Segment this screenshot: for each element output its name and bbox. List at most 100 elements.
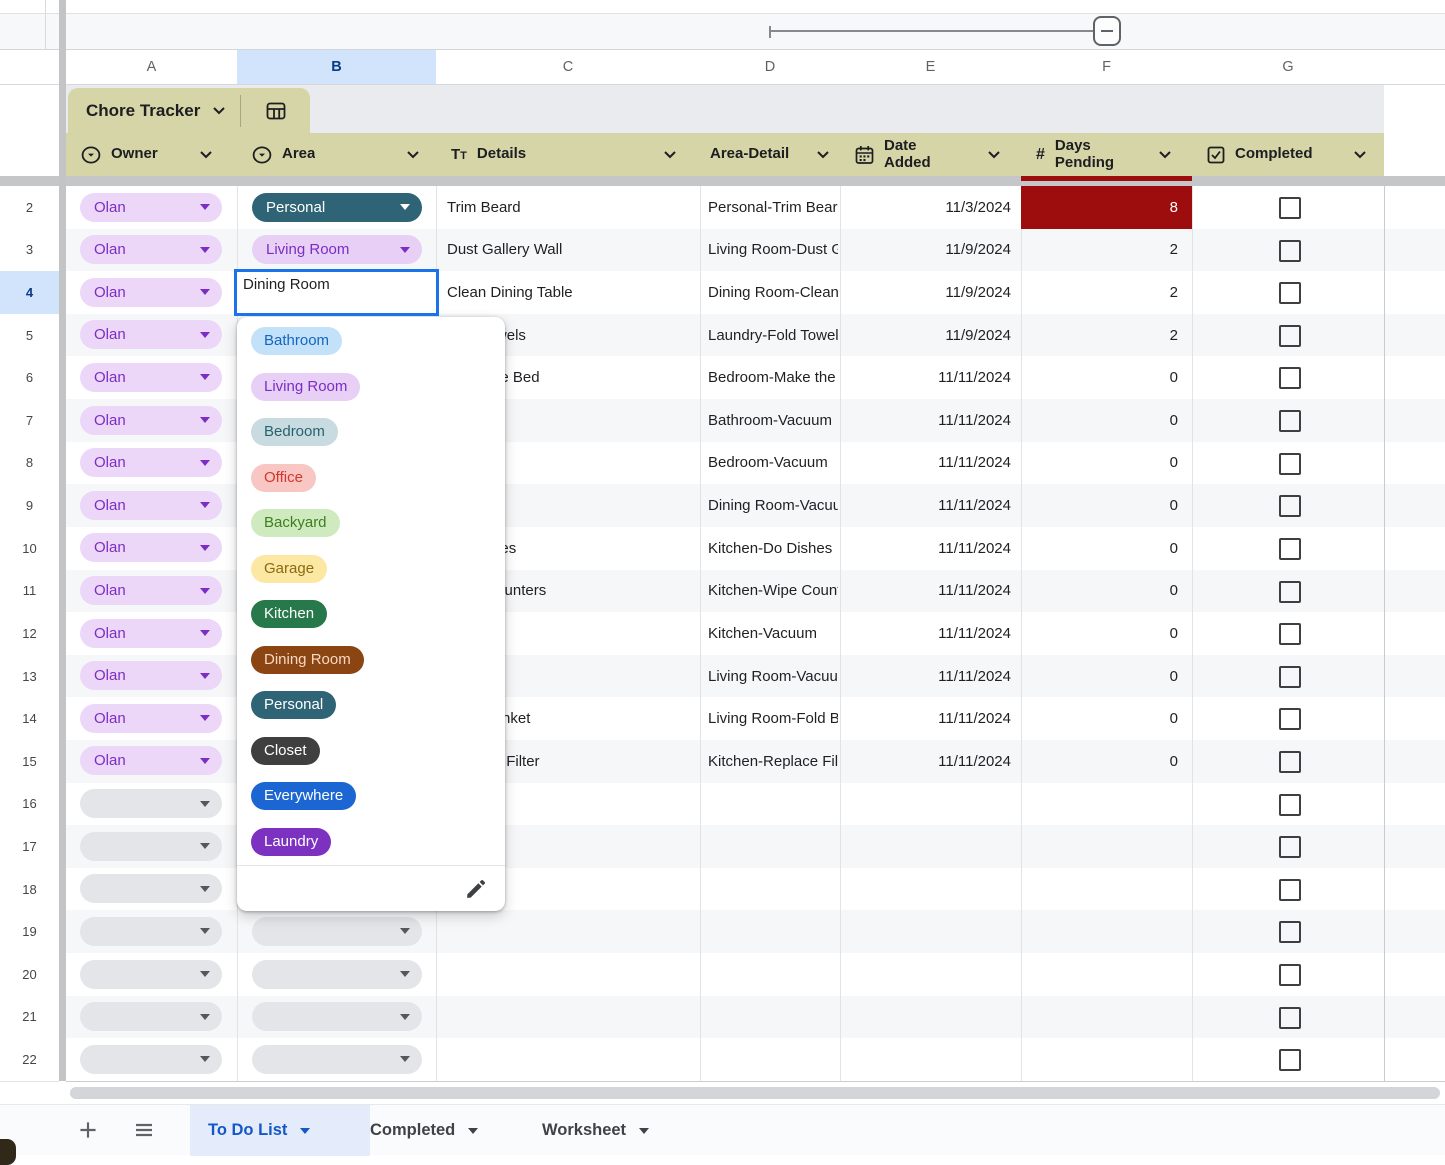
completed-checkbox[interactable] [1279,836,1301,858]
completed-checkbox[interactable] [1279,794,1301,816]
area-option-garage[interactable]: Garage [251,555,327,583]
column-header-F[interactable]: F [1021,50,1193,84]
owner-chip[interactable] [80,832,222,861]
table-header-area-detail[interactable]: Area-Detail [700,133,840,176]
date-added-cell[interactable]: 11/11/2024 [840,697,1021,740]
owner-chip[interactable] [80,874,222,903]
tab-completed[interactable]: Completed [352,1105,532,1156]
owner-chip[interactable]: Olan [80,278,222,307]
area-chip[interactable] [252,917,422,946]
days-pending-cell[interactable]: 0 [1021,570,1178,613]
owner-chip[interactable]: Olan [80,533,222,562]
area-detail-cell[interactable]: Personal-Trim Beard [708,186,838,229]
completed-checkbox[interactable] [1279,1007,1301,1029]
column-header-B[interactable]: B [237,50,437,84]
row-header-8[interactable]: 8 [0,442,59,486]
date-added-cell[interactable]: 11/9/2024 [840,229,1021,272]
area-detail-cell[interactable]: Kitchen-Wipe Counters [708,570,838,613]
row-header-16[interactable]: 16 [0,783,59,827]
completed-checkbox[interactable] [1279,879,1301,901]
owner-chip[interactable]: Olan [80,448,222,477]
column-header-A[interactable]: A [66,50,238,84]
area-detail-cell[interactable]: Living Room-Vacuum [708,655,838,698]
area-chip[interactable] [252,1002,422,1031]
owner-chip[interactable] [80,1045,222,1074]
column-header-D[interactable]: D [700,50,841,84]
owner-chip[interactable]: Olan [80,406,222,435]
add-sheet-button[interactable] [70,1112,106,1148]
days-pending-cell[interactable]: 0 [1021,740,1178,783]
area-detail-cell[interactable]: Living Room-Dust Gallery Wall [708,229,838,272]
area-detail-cell[interactable]: Bathroom-Vacuum [708,399,838,442]
area-detail-cell[interactable]: Living Room-Fold Blanket [708,697,838,740]
days-pending-cell[interactable]: 0 [1021,612,1178,655]
date-added-cell[interactable]: 11/11/2024 [840,527,1021,570]
completed-checkbox[interactable] [1279,495,1301,517]
column-header-E[interactable]: E [840,50,1022,84]
completed-checkbox[interactable] [1279,325,1301,347]
owner-chip[interactable]: Olan [80,491,222,520]
row-header-15[interactable]: 15 [0,740,59,784]
area-option-bathroom[interactable]: Bathroom [251,327,342,355]
date-added-cell[interactable]: 11/11/2024 [840,570,1021,613]
table-header-completed[interactable]: Completed [1192,133,1384,176]
area-detail-cell[interactable]: Kitchen-Vacuum [708,612,838,655]
owner-chip[interactable]: Olan [80,363,222,392]
completed-checkbox[interactable] [1279,751,1301,773]
owner-chip[interactable]: Olan [80,619,222,648]
row-header-4[interactable]: 4 [0,271,59,315]
row-header-13[interactable]: 13 [0,655,59,699]
area-detail-cell[interactable]: Bedroom-Vacuum [708,442,838,485]
completed-checkbox[interactable] [1279,1049,1301,1071]
area-chip[interactable] [252,960,422,989]
area-option-backyard[interactable]: Backyard [251,509,340,537]
area-chip[interactable]: Personal [252,193,422,222]
area-option-office[interactable]: Office [251,464,316,492]
horizontal-scrollbar[interactable] [70,1087,1440,1099]
date-added-cell[interactable]: 11/11/2024 [840,356,1021,399]
table-header-date-added[interactable]: Date Added [840,133,1021,176]
completed-checkbox[interactable] [1279,240,1301,262]
completed-checkbox[interactable] [1279,410,1301,432]
row-header-11[interactable]: 11 [0,570,59,614]
completed-checkbox[interactable] [1279,197,1301,219]
completed-checkbox[interactable] [1279,453,1301,475]
tab-worksheet[interactable]: Worksheet [520,1105,704,1156]
days-pending-cell[interactable]: 0 [1021,356,1178,399]
days-pending-alert-cell[interactable]: 8 [1021,186,1192,229]
cell-edit-box[interactable]: Dining Room [234,269,439,316]
row-header-12[interactable]: 12 [0,612,59,656]
area-option-dining-room[interactable]: Dining Room [251,646,364,674]
owner-chip[interactable]: Olan [80,320,222,349]
area-detail-cell[interactable]: Laundry-Fold Towels [708,314,838,357]
filter-chevron-icon[interactable] [199,150,213,159]
row-header-6[interactable]: 6 [0,356,59,400]
completed-checkbox[interactable] [1279,538,1301,560]
filter-chevron-icon[interactable] [1353,150,1367,159]
pencil-icon[interactable] [464,876,489,901]
area-option-kitchen[interactable]: Kitchen [251,600,327,628]
resize-slider-handle[interactable] [1093,16,1121,46]
owner-chip[interactable]: Olan [80,235,222,264]
owner-chip[interactable] [80,1002,222,1031]
date-added-cell[interactable]: 11/3/2024 [840,186,1021,229]
days-pending-cell[interactable]: 0 [1021,527,1178,570]
completed-checkbox[interactable] [1279,367,1301,389]
completed-checkbox[interactable] [1279,282,1301,304]
table-grid-icon[interactable] [241,100,310,122]
table-header-owner[interactable]: Owner [66,133,237,176]
days-pending-cell[interactable]: 2 [1021,271,1178,314]
completed-checkbox[interactable] [1279,666,1301,688]
owner-chip[interactable] [80,789,222,818]
details-cell[interactable]: Trim Beard [447,186,699,229]
filter-chevron-icon[interactable] [406,150,420,159]
area-chip[interactable]: Living Room [252,235,422,264]
date-added-cell[interactable]: 11/9/2024 [840,271,1021,314]
details-cell[interactable]: Clean Dining Table [447,271,699,314]
owner-chip[interactable]: Olan [80,193,222,222]
date-added-cell[interactable]: 11/11/2024 [840,655,1021,698]
column-header-C[interactable]: C [436,50,701,84]
completed-checkbox[interactable] [1279,708,1301,730]
area-detail-cell[interactable]: Bedroom-Make the Bed [708,356,838,399]
area-option-living-room[interactable]: Living Room [251,373,360,401]
